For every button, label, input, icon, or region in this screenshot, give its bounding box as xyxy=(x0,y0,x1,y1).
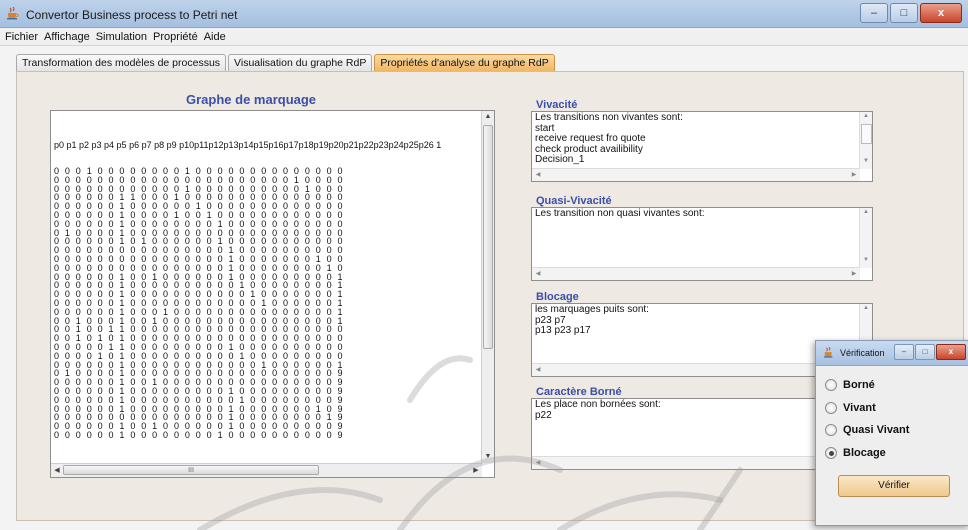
scroll-right-icon[interactable]: ▶ xyxy=(849,268,859,280)
hscroll-thumb[interactable]: III xyxy=(63,465,319,475)
radio-quasi-vivant[interactable]: Quasi Vivant xyxy=(825,424,909,436)
borne-title: Caractère Borné xyxy=(536,386,622,398)
maximize-icon[interactable]: □ xyxy=(915,344,935,360)
blocage-horizontal-scrollbar[interactable]: ◀ xyxy=(532,363,860,376)
scroll-up-icon[interactable]: ▲ xyxy=(860,113,872,123)
vivacite-vertical-scrollbar[interactable]: ▲ ▼ xyxy=(859,112,872,169)
scroll-up-icon[interactable]: ▲ xyxy=(482,111,494,123)
menu-aide[interactable]: Aide xyxy=(204,28,226,45)
menu-propriete[interactable]: Propriété xyxy=(153,28,198,45)
close-icon[interactable]: x xyxy=(936,344,966,360)
borne-horizontal-scrollbar[interactable]: ◀ xyxy=(532,456,860,469)
matrix-row: 0 0 0 0 0 0 1 0 0 0 0 0 0 0 0 1 0 0 0 0 … xyxy=(54,429,344,440)
menu-fichier[interactable]: Fichier xyxy=(5,28,38,45)
vivacite-textarea[interactable]: Les transitions non vivantes sont: start… xyxy=(531,111,873,182)
matrix-header: p0 p1 p2 p3 p4 p5 p6 p7 p8 p9 p10p11p12p… xyxy=(54,139,442,150)
dialog-title: Vérification xyxy=(840,348,885,358)
radio-circle[interactable] xyxy=(825,424,837,436)
radio-borne[interactable]: Borné xyxy=(825,379,875,391)
borne-lines: Les place non bornées sont: p22 xyxy=(535,399,661,421)
radio-circle[interactable] xyxy=(825,402,837,414)
text-line: p13 p23 p17 xyxy=(535,325,591,336)
menu-affichage[interactable]: Affichage xyxy=(44,28,90,45)
quasi-lines: Les transition non quasi vivantes sont: xyxy=(535,208,705,220)
text-line: les marquages puits sont: xyxy=(535,304,649,315)
text-line: receive request fro quote xyxy=(535,133,646,144)
radio-circle-selected[interactable] xyxy=(825,447,837,459)
minimize-icon[interactable]: – xyxy=(894,344,914,360)
menu-bar: Fichier Affichage Simulation Propriété A… xyxy=(0,28,968,46)
radio-label: Quasi Vivant xyxy=(843,424,910,436)
scroll-down-icon[interactable]: ▼ xyxy=(860,158,872,168)
scroll-left-icon[interactable]: ◀ xyxy=(533,457,543,469)
vivacite-title: Vivacité xyxy=(536,99,578,111)
java-cup-icon xyxy=(823,347,833,358)
minimize-icon[interactable]: – xyxy=(860,3,888,23)
tab-proprietes[interactable]: Propriétés d'analyse du graphe RdP xyxy=(374,54,555,71)
scroll-up-icon[interactable]: ▲ xyxy=(860,209,872,219)
radio-vivant[interactable]: Vivant xyxy=(825,402,876,414)
blocage-title: Blocage xyxy=(536,291,579,303)
close-icon[interactable]: x xyxy=(920,3,962,23)
vivacite-lines: Les transitions non vivantes sont: start… xyxy=(535,112,683,166)
radio-label: Blocage xyxy=(843,447,886,459)
tab-bar: Transformation des modèles de processus … xyxy=(16,54,557,71)
text-line: p22 xyxy=(535,409,552,421)
window-titlebar: Convertor Business process to Petri net … xyxy=(0,0,968,28)
tab-transformation[interactable]: Transformation des modèles de processus xyxy=(16,54,227,71)
maximize-icon[interactable]: □ xyxy=(890,3,918,23)
matrix-horizontal-scrollbar[interactable]: ◀ III ▶ xyxy=(51,463,482,477)
verify-button[interactable]: Vérifier xyxy=(838,475,950,497)
scroll-thumb[interactable] xyxy=(861,124,872,144)
marking-matrix: p0 p1 p2 p3 p4 p5 p6 p7 p8 p9 p10p11p12p… xyxy=(54,123,441,457)
scroll-down-icon[interactable]: ▼ xyxy=(482,451,494,463)
radio-blocage[interactable]: Blocage xyxy=(825,447,886,459)
scroll-left-icon[interactable]: ◀ xyxy=(533,268,543,280)
scroll-down-icon[interactable]: ▼ xyxy=(860,257,872,267)
vivacite-horizontal-scrollbar[interactable]: ◀ ▶ xyxy=(532,168,860,181)
radio-circle[interactable] xyxy=(825,379,837,391)
menu-simulation[interactable]: Simulation xyxy=(96,28,147,45)
text-line: Les transitions non vivantes sont: xyxy=(535,112,683,123)
radio-label: Borné xyxy=(843,379,875,391)
dialog-titlebar: Vérification – □ x xyxy=(816,341,968,366)
quasi-vertical-scrollbar[interactable]: ▲ ▼ xyxy=(859,208,872,268)
text-line: Les place non bornées sont: xyxy=(535,399,661,410)
radio-label: Vivant xyxy=(843,402,876,414)
window-title: Convertor Business process to Petri net xyxy=(26,8,238,22)
scroll-up-icon[interactable]: ▲ xyxy=(860,305,872,315)
scroll-right-icon[interactable]: ▶ xyxy=(470,464,482,477)
matrix-rows: 0 0 0 1 0 0 0 0 0 0 0 0 1 0 0 0 0 0 0 0 … xyxy=(54,167,441,440)
matrix-vertical-scrollbar[interactable]: ▲ ▼ xyxy=(481,111,494,463)
text-line: Les transition non quasi vivantes sont: xyxy=(535,208,705,219)
quasi-vivacite-textarea[interactable]: Les transition non quasi vivantes sont: … xyxy=(531,207,873,281)
scroll-right-icon[interactable]: ▶ xyxy=(849,169,859,181)
scroll-left-icon[interactable]: ◀ xyxy=(533,169,543,181)
tab-visualisation[interactable]: Visualisation du graphe RdP xyxy=(228,54,373,71)
blocage-lines: les marquages puits sont: p23 p7 p13 p23… xyxy=(535,304,649,337)
text-line: Decision_1 xyxy=(535,154,585,165)
scroll-left-icon[interactable]: ◀ xyxy=(51,464,63,477)
scroll-thumb[interactable] xyxy=(483,125,493,349)
scroll-left-icon[interactable]: ◀ xyxy=(533,364,543,376)
graph-title: Graphe de marquage xyxy=(186,92,317,107)
java-cup-icon xyxy=(7,7,19,20)
marking-graph-textarea[interactable]: p0 p1 p2 p3 p4 p5 p6 p7 p8 p9 p10p11p12p… xyxy=(50,110,495,478)
quasi-horizontal-scrollbar[interactable]: ◀ ▶ xyxy=(532,267,860,280)
verification-dialog: Vérification – □ x Borné Vivant Quasi Vi… xyxy=(815,340,968,526)
quasi-vivacite-title: Quasi-Vivacité xyxy=(536,195,612,207)
